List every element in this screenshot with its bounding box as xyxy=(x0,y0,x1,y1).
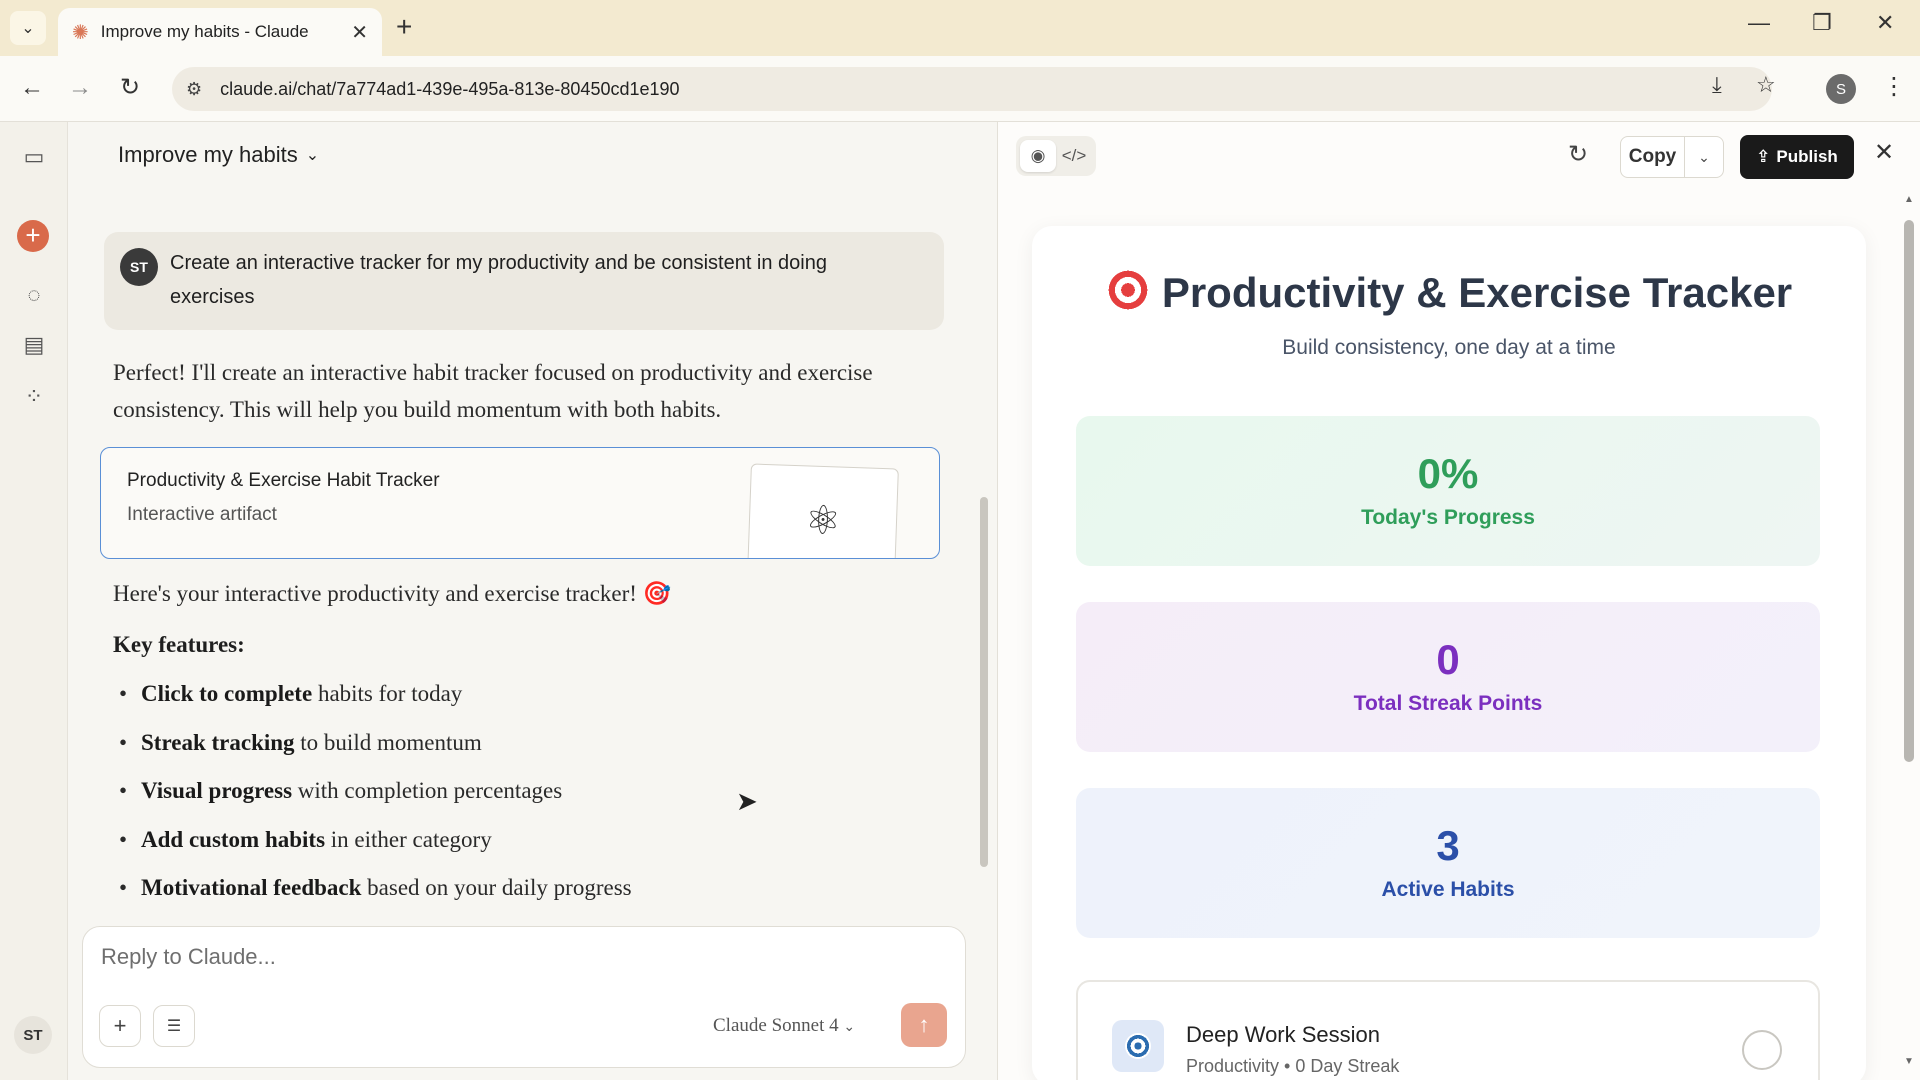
artifact-toolbar: ◉ </> ↻ Copy ⌄ ⇪ Publish ✕ xyxy=(998,122,1920,192)
share-icon: ⇪ xyxy=(1756,147,1771,166)
model-name: Claude Sonnet 4 xyxy=(713,1015,839,1036)
add-attachment-button[interactable]: + xyxy=(99,1005,141,1047)
stat-value: 0% xyxy=(1417,450,1479,497)
artifact-card-subtitle: Interactive artifact xyxy=(127,504,277,525)
chat-title: Improve my habits xyxy=(118,142,298,167)
browser-toolbar: ← → ↻ ⚙ claude.ai/chat/7a774ad1-439e-495… xyxy=(0,56,1920,122)
restore-icon[interactable]: ❐ xyxy=(1812,10,1832,36)
new-chat-button[interactable]: + xyxy=(17,220,49,252)
artifacts-icon[interactable]: ⁘ xyxy=(20,384,48,410)
browser-tab-bar: ⌄ ✺ Improve my habits - Claude ✕ + — ❐ ✕ xyxy=(0,0,1920,56)
bullseye-icon xyxy=(1112,1020,1164,1072)
plus-icon: + xyxy=(113,1013,127,1038)
app-subtitle: Build consistency, one day at a time xyxy=(1282,336,1616,359)
assistant-reply-intro: Perfect! I'll create an interactive habi… xyxy=(113,360,873,422)
code-icon[interactable]: </> xyxy=(1056,140,1092,172)
address-bar[interactable]: ⚙ claude.ai/chat/7a774ad1-439e-495a-813e… xyxy=(172,67,1772,111)
composer: + ☰ Claude Sonnet 4 ⌄ ↑ xyxy=(82,926,966,1068)
list-item: • Add custom habits in either category xyxy=(119,826,492,852)
user-message-avatar: ST xyxy=(120,248,158,286)
chevron-down-icon: ⌄ xyxy=(21,20,35,37)
sidebar-toggle-icon[interactable]: ▭ xyxy=(20,144,48,170)
stat-card-active-habits: 3 Active Habits xyxy=(1076,788,1820,938)
back-icon[interactable]: ← xyxy=(20,73,44,103)
list-item: • Visual progress with completion percent… xyxy=(119,778,563,803)
projects-icon[interactable]: ▤ xyxy=(20,332,48,358)
stat-label: Total Streak Points xyxy=(1353,692,1543,715)
habit-item[interactable]: Deep Work Session Productivity • 0 Day S… xyxy=(1076,980,1820,1080)
habit-complete-checkbox[interactable] xyxy=(1742,1030,1782,1070)
stat-value: 0 xyxy=(1436,636,1460,683)
chats-icon[interactable]: ◌ xyxy=(20,282,48,308)
habit-name: Deep Work Session xyxy=(1186,1022,1381,1047)
site-info-icon[interactable]: ⚙ xyxy=(186,79,202,100)
forward-icon[interactable]: → xyxy=(68,73,92,103)
habit-meta: Productivity • 0 Day Streak xyxy=(1186,1056,1400,1076)
features-list: • Click to complete habits for today • Str… xyxy=(113,670,933,913)
list-item: • Click to complete habits for today xyxy=(119,681,463,706)
tab-title: Improve my habits - Claude xyxy=(100,22,309,41)
browser-tab-active[interactable]: ✺ Improve my habits - Claude ✕ xyxy=(58,8,382,56)
user-avatar[interactable]: ST xyxy=(14,1016,52,1054)
left-sidebar: ▭ + ◌ ▤ ⁘ ST xyxy=(0,122,68,1080)
stat-card-streak: 0 Total Streak Points xyxy=(1076,602,1820,752)
chevron-down-icon[interactable]: ⌄ xyxy=(1685,149,1723,166)
bookmark-star-icon[interactable]: ☆ xyxy=(1756,72,1776,98)
copy-button[interactable]: Copy xyxy=(1621,136,1685,178)
react-atom-icon: ⚛ xyxy=(747,463,899,558)
arrow-up-icon: ↑ xyxy=(918,1012,930,1037)
chat-scrollbar[interactable] xyxy=(980,497,988,867)
reply-input[interactable] xyxy=(101,941,801,973)
stat-label: Active Habits xyxy=(1381,878,1515,901)
app-title: Productivity & Exercise Tracker xyxy=(1032,268,1866,317)
publish-button[interactable]: ⇪ Publish xyxy=(1740,135,1854,179)
send-button[interactable]: ↑ xyxy=(901,1003,947,1047)
stat-value: 3 xyxy=(1436,822,1460,869)
browser-menu-icon[interactable]: ⋮ xyxy=(1882,72,1906,101)
window-close-icon[interactable]: ✕ xyxy=(1876,10,1894,36)
artifact-pane: ◉ </> ↻ Copy ⌄ ⇪ Publish ✕ ▲ ▼ Productiv… xyxy=(997,122,1920,1080)
list-item: • Streak tracking to build momentum xyxy=(119,729,482,755)
tab-close-icon[interactable]: ✕ xyxy=(351,20,368,45)
scroll-up-arrow[interactable]: ▲ xyxy=(1904,194,1914,205)
user-message: ST Create an interactive tracker for my … xyxy=(104,232,944,330)
chevron-down-icon: ⌄ xyxy=(305,147,320,164)
tools-button[interactable]: ☰ xyxy=(153,1005,195,1047)
model-selector[interactable]: Claude Sonnet 4 ⌄ xyxy=(713,1015,855,1037)
artifact-scrollbar[interactable] xyxy=(1904,220,1914,762)
refresh-icon[interactable]: ↻ xyxy=(1568,140,1588,169)
reload-icon[interactable]: ↻ xyxy=(120,73,140,103)
sliders-icon: ☰ xyxy=(166,1018,182,1035)
stat-label: Today's Progress xyxy=(1361,506,1535,529)
stat-card-progress: 0% Today's Progress xyxy=(1076,416,1820,566)
profile-avatar[interactable]: S xyxy=(1826,74,1856,104)
install-app-icon[interactable]: ⤓ xyxy=(1712,72,1722,98)
artifact-card-title: Productivity & Exercise Habit Tracker xyxy=(127,470,440,491)
target-icon xyxy=(1105,268,1150,312)
key-features-heading: Key features: xyxy=(113,632,245,657)
mouse-cursor-icon: ➤ xyxy=(736,786,758,816)
tab-search-button[interactable]: ⌄ xyxy=(10,11,46,45)
scroll-down-arrow[interactable]: ▼ xyxy=(1904,1056,1914,1067)
view-toggle: ◉ </> xyxy=(1016,136,1096,176)
close-icon[interactable]: ✕ xyxy=(1874,138,1894,167)
assistant-reply-line: Here's your interactive productivity and… xyxy=(113,581,672,606)
copy-button-group: Copy ⌄ xyxy=(1620,136,1724,178)
url-text: claude.ai/chat/7a774ad1-439e-495a-813e-8… xyxy=(220,78,680,99)
publish-label: Publish xyxy=(1776,147,1838,166)
minimize-icon[interactable]: — xyxy=(1748,10,1770,36)
chevron-down-icon: ⌄ xyxy=(843,1020,856,1035)
chat-pane: Improve my habits ⌄ ST Create an interac… xyxy=(68,122,996,1080)
claude-favicon-icon: ✺ xyxy=(72,21,89,44)
tracker-app: Productivity & Exercise Tracker Build co… xyxy=(1032,226,1866,1080)
chat-title-dropdown[interactable]: Improve my habits ⌄ xyxy=(118,142,319,168)
new-tab-button[interactable]: + xyxy=(396,12,412,42)
user-message-text: Create an interactive tracker for my pro… xyxy=(170,252,827,308)
artifact-card[interactable]: Productivity & Exercise Habit Tracker In… xyxy=(100,447,940,559)
list-item: • Motivational feedback based on your dai… xyxy=(119,875,632,900)
preview-eye-icon[interactable]: ◉ xyxy=(1020,140,1056,172)
